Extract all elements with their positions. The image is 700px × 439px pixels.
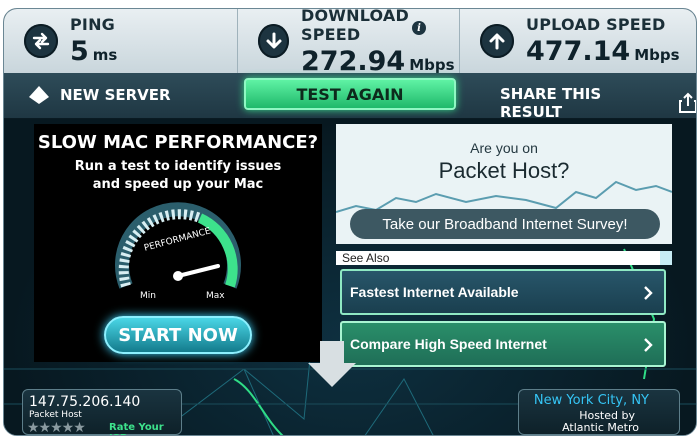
ad-choices-icon[interactable] [660, 251, 672, 265]
upload-value: 477.14 [526, 36, 631, 67]
upload-label: UPLOAD SPEED [526, 15, 666, 34]
test-again-button[interactable]: TEST AGAIN [244, 78, 456, 110]
scroll-down-arrow-icon[interactable] [306, 341, 358, 389]
gauge-max: Max [206, 291, 225, 301]
share-result-button[interactable]: SHARE THIS RESULT [500, 85, 696, 121]
rate-isp-link[interactable]: Rate Your ISP [109, 422, 181, 435]
ad-title: SLOW MAC PERFORMANCE? [37, 132, 319, 153]
ping-label: PING [70, 15, 116, 34]
download-label: DOWNLOAD SPEED [301, 8, 409, 44]
ping-value: 5 [70, 36, 89, 67]
download-unit: Mbps [409, 55, 455, 74]
isp-ip: 147.75.206.140 [29, 394, 141, 410]
download-stat: DOWNLOAD SPEED 272.94 Mbps i [238, 8, 460, 77]
ad-question: Are you on [470, 140, 538, 156]
fastest-internet-label: Fastest Internet Available [350, 284, 519, 300]
packet-host-ad[interactable]: Are you on Packet Host? Take our Broadba… [336, 124, 672, 244]
server-city: New York City, NY [533, 393, 649, 408]
share-label: SHARE THIS RESULT [500, 85, 602, 121]
gauge-min: Min [140, 291, 156, 301]
upload-unit: Mbps [634, 46, 680, 64]
compare-internet-link[interactable]: Compare High Speed Internet [340, 321, 666, 367]
upload-arrow-icon [480, 24, 514, 58]
mac-performance-ad[interactable]: SLOW MAC PERFORMANCE? Run a test to iden… [34, 124, 322, 362]
chevron-right-icon [644, 286, 653, 300]
server-info-box: New York City, NY Hosted by Atlantic Met… [518, 389, 680, 435]
stats-bar: PING 5 ms DOWNLOAD SPEED 272.94 Mbps i U… [4, 8, 696, 77]
chevron-right-icon [644, 338, 653, 352]
upload-stat: UPLOAD SPEED 477.14 Mbps [460, 9, 696, 73]
gauge-label: PERFORMANCE [143, 226, 212, 253]
new-server-button[interactable]: NEW SERVER [28, 85, 171, 105]
ping-stat: PING 5 ms [4, 9, 238, 73]
ad-subtitle-line2: and speed up your Mac [92, 177, 264, 192]
new-server-label: NEW SERVER [60, 86, 171, 104]
start-now-button[interactable]: START NOW [104, 316, 252, 354]
isp-info-box: 147.75.206.140 Packet Host ★★★★★ Rate Yo… [22, 389, 182, 435]
ping-unit: ms [92, 46, 118, 64]
ping-arrows-icon [24, 24, 58, 58]
speedtest-frame: PING 5 ms DOWNLOAD SPEED 272.94 Mbps i U… [3, 8, 697, 436]
info-icon[interactable]: i [412, 21, 426, 35]
share-icon [679, 92, 696, 113]
server-host-name: Atlantic Metro [562, 421, 639, 434]
action-bar: NEW SERVER TEST AGAIN SHARE THIS RESULT [4, 73, 696, 121]
download-value: 272.94 [301, 45, 406, 77]
server-pin-icon [29, 86, 49, 104]
download-arrow-icon [258, 24, 290, 58]
ad-subtitle: Run a test to identify issues and speed … [34, 158, 322, 194]
see-also-label: See Also [336, 251, 672, 265]
fastest-internet-link[interactable]: Fastest Internet Available [340, 269, 666, 315]
see-also-text: See Also [342, 251, 390, 265]
compare-internet-label: Compare High Speed Internet [350, 336, 547, 352]
performance-gauge-icon: PERFORMANCE Min Max [115, 202, 241, 301]
survey-button[interactable]: Take our Broadband Internet Survey! [350, 209, 660, 239]
ad-subtitle-line1: Run a test to identify issues [74, 159, 282, 174]
map-area: SLOW MAC PERFORMANCE? Run a test to iden… [4, 119, 696, 435]
rating-stars[interactable]: ★★★★★ [27, 419, 86, 435]
